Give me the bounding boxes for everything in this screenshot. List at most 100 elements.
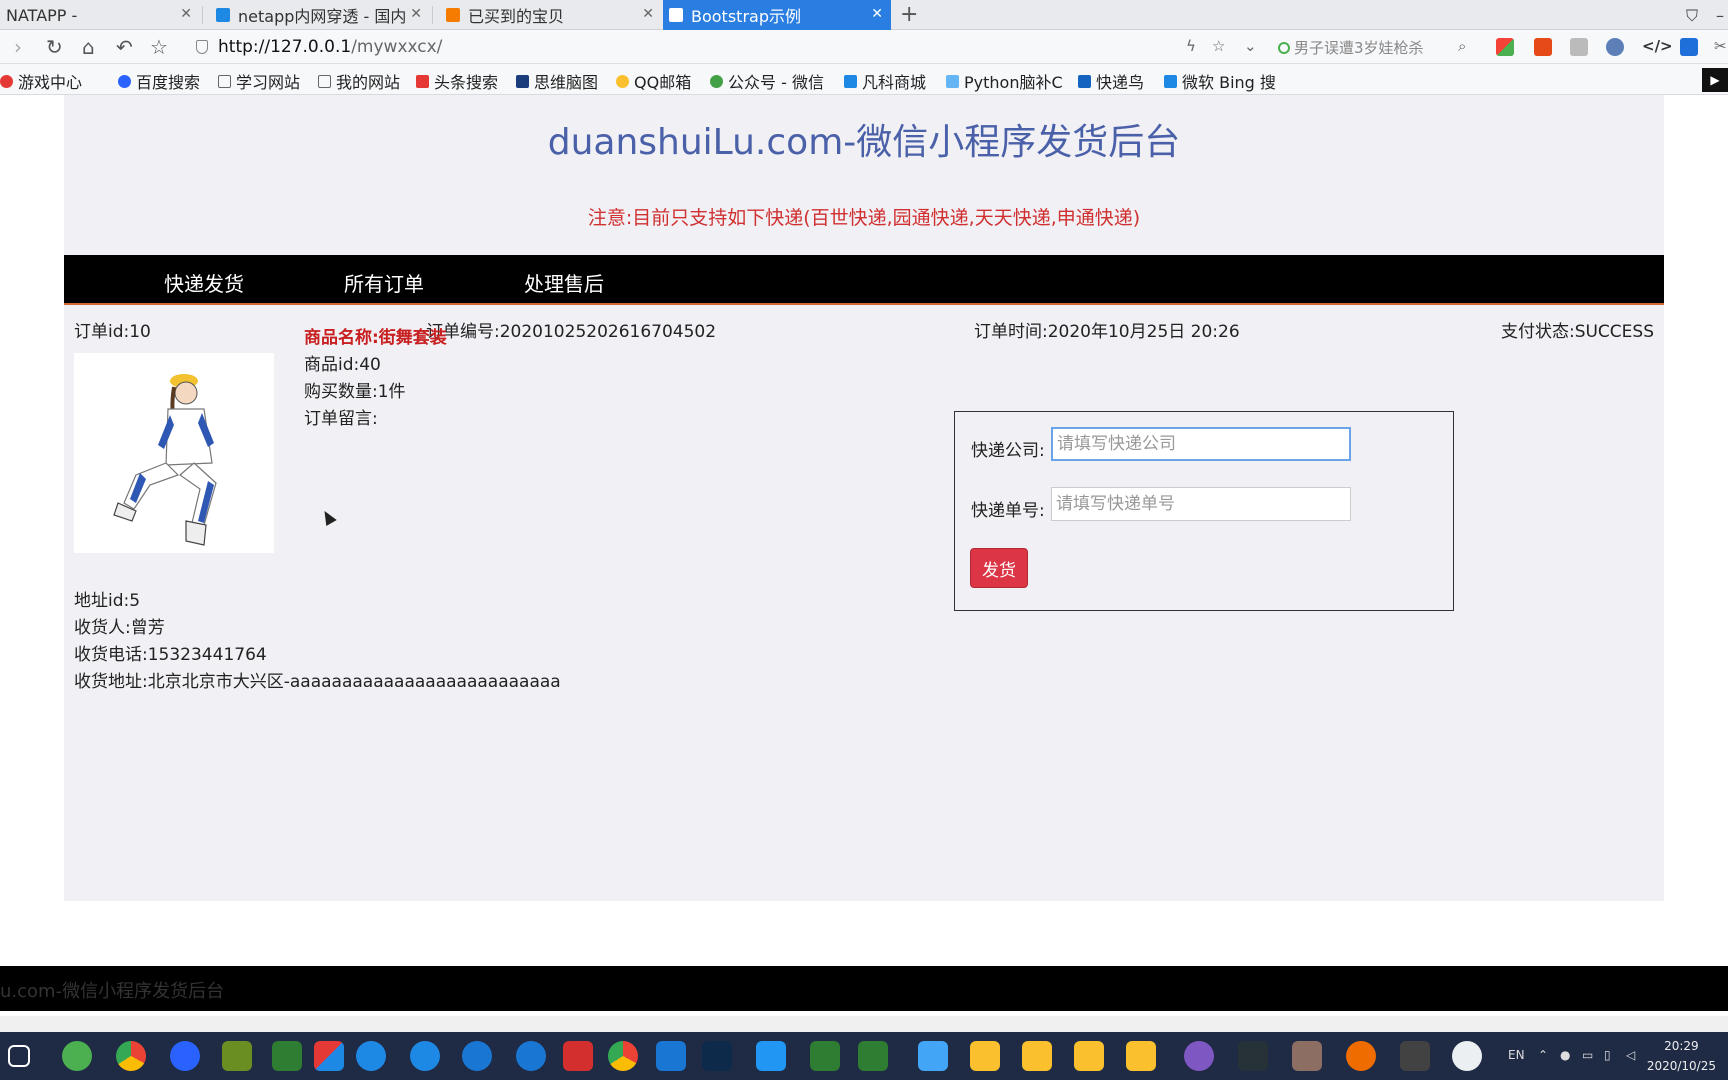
tab-natapp[interactable]: NATAPP - ✕ <box>0 0 200 30</box>
receiver-name: 收货人:曾芳 <box>74 618 165 638</box>
ie-icon[interactable] <box>356 1041 386 1071</box>
microphone-icon[interactable]: ● <box>1560 1048 1570 1062</box>
shirt-icon[interactable]: ⛉ <box>1686 6 1698 26</box>
search-app-icon[interactable] <box>170 1041 200 1071</box>
tab-divider <box>432 6 433 24</box>
bookmark-item[interactable]: 思维脑图 <box>516 69 598 93</box>
writer-icon[interactable] <box>756 1041 786 1071</box>
terminal-icon[interactable] <box>1238 1041 1268 1071</box>
bookmark-item[interactable]: 凡科商城 <box>844 69 926 93</box>
scissors-icon[interactable]: ✂ <box>1714 37 1727 55</box>
vs-icon[interactable] <box>272 1041 302 1071</box>
volume-icon[interactable]: ◁ <box>1626 1048 1635 1062</box>
bookmark-item[interactable]: 公众号 - 微信 <box>710 69 824 93</box>
folder-icon[interactable] <box>1022 1041 1052 1071</box>
app-icon[interactable] <box>1184 1041 1214 1071</box>
bookmark-label: 游戏中心 <box>18 73 83 92</box>
tab-netapp[interactable]: netapp内网穿透 - 国内 ✕ <box>210 0 430 30</box>
chevron-up-icon[interactable]: ⌃ <box>1538 1048 1548 1062</box>
windows-taskbar: EN ⌃ ● ▭ ▯ ◁ 20:29 2020/10/25 <box>0 1032 1728 1080</box>
task-view-icon[interactable] <box>8 1045 30 1067</box>
avatar-app-icon[interactable] <box>1292 1041 1322 1071</box>
close-icon[interactable]: ✕ <box>180 6 192 22</box>
bookmark-item[interactable]: 学习网站 <box>218 69 300 93</box>
search-box[interactable]: 男子误遭3岁娃枪杀 <box>1278 37 1424 58</box>
bookmark-item[interactable]: 我的网站 <box>318 69 400 93</box>
page-title: duanshuiLu.com-微信小程序发货后台 <box>547 122 1181 163</box>
input-language[interactable]: EN <box>1508 1048 1525 1062</box>
url-field[interactable]: http://127.0.0.1/mywxxcx/ <box>196 35 442 59</box>
sogou-icon[interactable] <box>516 1041 546 1071</box>
bookmark-item[interactable]: 游戏中心 <box>0 69 82 93</box>
star-icon[interactable]: ☆ <box>150 35 168 59</box>
close-icon[interactable]: ✕ <box>642 6 654 22</box>
bookmark-star-icon[interactable]: ☆ <box>1212 37 1225 55</box>
download-icon[interactable] <box>1680 38 1698 56</box>
nav-after-sales[interactable]: 处理售后 <box>524 268 604 297</box>
folder-icon[interactable] <box>970 1041 1000 1071</box>
pay-status: 支付状态:SUCCESS <box>1500 322 1654 342</box>
chat-icon[interactable] <box>1452 1041 1482 1071</box>
bookmark-item[interactable]: 快递鸟 <box>1078 69 1144 93</box>
bookmark-item[interactable]: Python脑补C <box>946 69 1063 93</box>
bookmark-item[interactable]: QQ邮箱 <box>616 69 691 93</box>
game-center-icon <box>0 74 13 88</box>
folder-icon[interactable] <box>1126 1041 1156 1071</box>
bookmark-item[interactable]: 头条搜索 <box>416 69 498 93</box>
close-icon[interactable]: ✕ <box>871 6 883 22</box>
undo-icon[interactable]: ↶ <box>116 35 133 59</box>
nav-all-orders[interactable]: 所有订单 <box>344 268 424 297</box>
bookmarks-more-button[interactable]: ▶ <box>1702 68 1728 92</box>
search-icon[interactable]: ⌕ <box>1458 37 1466 55</box>
obs-icon[interactable] <box>1400 1041 1430 1071</box>
app-icon[interactable] <box>314 1041 344 1071</box>
tab-title: netapp内网穿透 - 国内 <box>238 7 407 26</box>
close-icon[interactable]: ✕ <box>410 6 422 22</box>
apps-icon[interactable] <box>1496 38 1514 56</box>
hbuilder-icon[interactable] <box>858 1041 888 1071</box>
chrome-icon[interactable] <box>116 1041 146 1071</box>
nav-ship[interactable]: 快递发货 <box>164 268 244 297</box>
edge-icon[interactable] <box>410 1041 440 1071</box>
minimize-icon[interactable]: – <box>1716 6 1724 25</box>
sogou-icon[interactable] <box>462 1041 492 1071</box>
devtools-icon[interactable]: </> <box>1642 37 1673 55</box>
tracking-number-input[interactable] <box>1051 487 1351 521</box>
chevron-down-icon[interactable]: ⌄ <box>1244 37 1257 55</box>
tab-taobao[interactable]: 已买到的宝贝 ✕ <box>440 0 662 30</box>
home-icon[interactable]: ⌂ <box>82 35 95 59</box>
app-icon[interactable] <box>1346 1041 1376 1071</box>
vscode-icon[interactable] <box>656 1041 686 1071</box>
reload-icon[interactable]: ↻ <box>46 35 63 59</box>
company-input[interactable] <box>1051 427 1351 461</box>
network-icon[interactable]: ▯ <box>1604 1048 1611 1062</box>
new-tab-button[interactable]: + <box>900 2 918 27</box>
tab-divider <box>202 6 203 24</box>
order-number: 订单编号:20201025202616704502 <box>426 322 717 342</box>
extension-icon[interactable] <box>1606 38 1624 56</box>
bookmark-item[interactable]: 微软 Bing 搜 <box>1164 69 1276 93</box>
photoshop-icon[interactable] <box>702 1041 732 1071</box>
browser-360-icon[interactable] <box>62 1041 92 1071</box>
chrome-active-icon[interactable] <box>608 1041 638 1071</box>
bookmark-item[interactable]: 百度搜索 <box>118 69 200 93</box>
player-icon[interactable] <box>918 1041 948 1071</box>
screenshot-icon[interactable] <box>1570 38 1588 56</box>
lightning-icon[interactable]: ϟ <box>1186 37 1196 55</box>
youdao-icon[interactable] <box>563 1041 593 1071</box>
folder-icon[interactable] <box>1074 1041 1104 1071</box>
qqmail-icon <box>616 74 629 88</box>
pycharm-icon[interactable] <box>810 1041 840 1071</box>
battery-icon[interactable]: ▭ <box>1582 1048 1593 1062</box>
wechat-icon <box>710 74 723 88</box>
notepad-icon[interactable] <box>222 1041 252 1071</box>
footer-text: u.com-微信小程序发货后台 <box>0 981 225 1002</box>
product-quantity: 购买数量:1件 <box>304 382 406 402</box>
game-icon[interactable] <box>1534 38 1552 56</box>
ship-button[interactable]: 发货 <box>970 548 1028 588</box>
baidu-icon <box>118 74 131 88</box>
tab-bootstrap[interactable]: Bootstrap示例 ✕ <box>663 0 891 30</box>
system-clock[interactable]: 20:29 2020/10/25 <box>1647 1036 1716 1076</box>
kdniao-icon <box>1078 74 1091 88</box>
forward-icon[interactable]: › <box>14 35 22 59</box>
